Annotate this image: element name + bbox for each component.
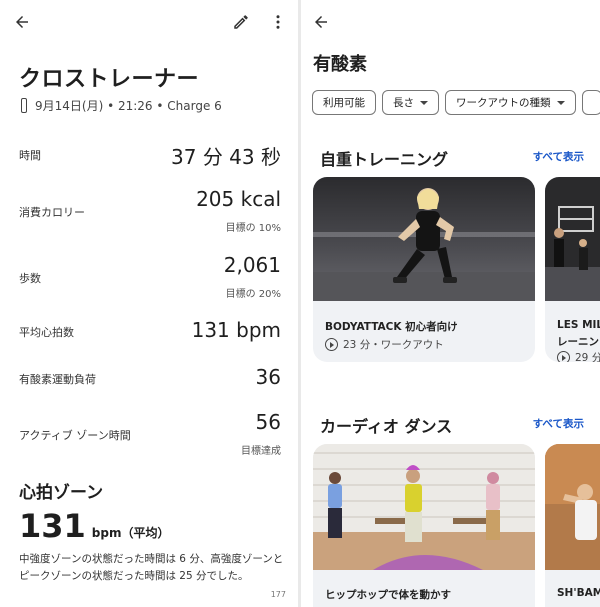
workout-date-device: 9月14日(月) • 21:26 • Charge 6 xyxy=(35,99,222,113)
stat-value: 56 xyxy=(255,410,281,434)
workout-thumbnail xyxy=(545,444,600,570)
chip-label: ワークアウトの種類 xyxy=(456,97,551,109)
see-all-link[interactable]: すべて表示 xyxy=(533,149,584,164)
filter-chips: 利用可能 長さ ワークアウトの種類 xyxy=(312,90,600,115)
workout-thumbnail xyxy=(545,177,600,301)
workout-duration: 29 分 xyxy=(575,352,600,362)
dropdown-caret-icon xyxy=(420,100,428,105)
stat-active-zone-minutes: アクティブ ゾーン時間 56 目標達成 xyxy=(19,410,281,458)
stat-duration: 時間 37 分 43 秒 xyxy=(19,141,281,171)
stat-goal: 目標達成 xyxy=(241,446,281,457)
stat-value: 36 xyxy=(255,365,281,389)
heart-zone-description: 中強度ゾーンの状態だった時間は 6 分、高強度ゾーンとピークゾーンの状態だった時… xyxy=(19,553,284,582)
filter-chip-available[interactable]: 利用可能 xyxy=(312,90,376,115)
stat-value: 2,061 xyxy=(223,253,281,277)
play-circle-icon xyxy=(557,351,570,362)
stat-goal: 目標の 20% xyxy=(225,289,281,300)
play-circle-icon xyxy=(325,338,338,351)
filter-chip-more[interactable] xyxy=(581,90,600,115)
back-arrow-icon[interactable] xyxy=(10,10,34,34)
workout-card[interactable]: BODYATTACK 初心者向け 23 分・ワークアウト xyxy=(313,177,535,362)
workout-title: クロストレーナー xyxy=(19,67,200,92)
chip-label: 長さ xyxy=(393,97,414,109)
back-arrow-icon[interactable] xyxy=(309,10,333,34)
stat-value: 205 kcal xyxy=(196,187,281,211)
edit-pencil-icon[interactable] xyxy=(229,10,253,34)
stat-label: 歩数 xyxy=(19,272,41,285)
chart-axis-label: 177 xyxy=(270,590,286,599)
stat-steps: 歩数 2,061 目標の 20% xyxy=(19,253,281,301)
stat-label: 平均心拍数 xyxy=(19,326,74,339)
stat-value: 131 bpm xyxy=(191,318,281,342)
stat-avg-heart-rate: 平均心拍数 131 bpm xyxy=(19,318,281,348)
stat-label: 消費カロリー xyxy=(19,206,85,219)
heart-zone-value: 131 xyxy=(19,507,86,545)
chip-label: 利用可能 xyxy=(323,97,365,109)
section-heading: カーディオ ダンス xyxy=(320,417,453,436)
workout-card-title: SH'BAM xyxy=(557,587,600,599)
workout-card-meta: 23 分・ワークアウト xyxy=(325,337,444,352)
more-options-icon[interactable] xyxy=(266,10,290,34)
stat-value: 37 分 43 秒 xyxy=(171,145,281,169)
workout-card-meta: 29 分 xyxy=(557,350,600,362)
workout-card-title-line2: レーニン xyxy=(557,336,599,348)
workout-card[interactable]: ヒップホップで体を動かす xyxy=(313,444,535,607)
workout-subtitle: 9月14日(月) • 21:26 • Charge 6 xyxy=(21,97,222,114)
page-title: 有酸素 xyxy=(313,54,367,75)
workout-duration: 23 分・ワークアウト xyxy=(343,339,444,351)
filter-chip-length[interactable]: 長さ xyxy=(382,90,439,115)
stat-label: 有酸素運動負荷 xyxy=(19,373,96,386)
workout-card-title: ヒップホップで体を動かす xyxy=(325,589,451,601)
section-heading: 自重トレーニング xyxy=(320,150,449,169)
workout-card-title: BODYATTACK 初心者向け xyxy=(325,321,458,333)
workout-card-title: LES MILLS xyxy=(557,319,600,331)
heart-zone-average: 131 bpm（平均） xyxy=(19,507,169,545)
heart-zone-unit: bpm（平均） xyxy=(91,526,170,540)
stat-label: 時間 xyxy=(19,149,41,162)
workout-thumbnail xyxy=(313,177,535,301)
dropdown-caret-icon xyxy=(556,100,565,105)
workout-detail-panel: クロストレーナー 9月14日(月) • 21:26 • Charge 6 時間 … xyxy=(0,0,298,607)
workout-card[interactable]: LES MILLS レーニン 29 分 xyxy=(545,177,600,362)
see-all-link[interactable]: すべて表示 xyxy=(533,416,584,431)
stat-cardio-load: 有酸素運動負荷 36 xyxy=(19,365,281,395)
workout-thumbnail xyxy=(313,444,535,570)
workout-card[interactable]: SH'BAM xyxy=(545,444,600,607)
cardio-browse-panel: 有酸素 利用可能 長さ ワークアウトの種類 自重トレーニング すべて表示 BOD… xyxy=(301,0,600,607)
tracker-device-icon xyxy=(21,98,27,113)
stat-goal: 目標の 10% xyxy=(225,223,281,234)
filter-chip-workout-type[interactable]: ワークアウトの種類 xyxy=(445,90,576,115)
stat-calories: 消費カロリー 205 kcal 目標の 10% xyxy=(19,187,281,235)
stat-label: アクティブ ゾーン時間 xyxy=(19,429,131,442)
heart-zone-heading: 心拍ゾーン xyxy=(19,483,104,503)
